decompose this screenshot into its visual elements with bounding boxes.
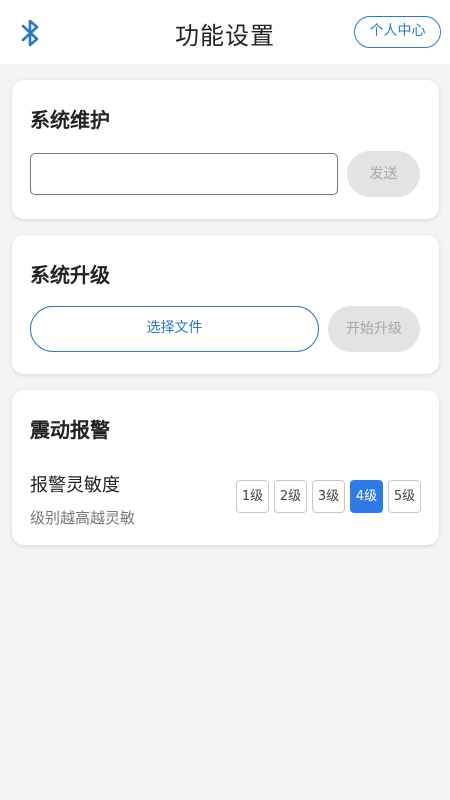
vibration-alarm-title: 震动报警 (30, 418, 110, 442)
system-upgrade-card: 系统升级 选择文件 开始升级 (12, 235, 439, 374)
send-button[interactable]: 发送 (347, 151, 420, 197)
level-option[interactable]: 2级 (274, 480, 307, 513)
level-option[interactable]: 5级 (388, 480, 421, 513)
sensitivity-level-selector: 1级 2级 3级 4级 5级 (236, 480, 422, 513)
choose-file-button[interactable]: 选择文件 (30, 306, 319, 352)
start-upgrade-button[interactable]: 开始升级 (328, 306, 420, 352)
vibration-alarm-card: 震动报警 报警灵敏度 级别越高越灵敏 1级 2级 3级 4级 5级 (12, 390, 439, 545)
system-maintenance-card: 系统维护 发送 (12, 80, 439, 219)
system-maintenance-title: 系统维护 (30, 108, 110, 132)
profile-button[interactable]: 个人中心 (354, 16, 441, 48)
system-upgrade-title: 系统升级 (30, 263, 110, 287)
top-bar: 功能设置 个人中心 (0, 0, 450, 64)
sensitivity-label: 报警灵敏度 (30, 475, 120, 496)
maintenance-command-input[interactable] (30, 153, 338, 195)
level-option[interactable]: 1级 (236, 480, 269, 513)
level-option[interactable]: 4级 (350, 480, 383, 513)
level-option[interactable]: 3级 (312, 480, 345, 513)
sensitivity-hint: 级别越高越灵敏 (30, 509, 136, 527)
